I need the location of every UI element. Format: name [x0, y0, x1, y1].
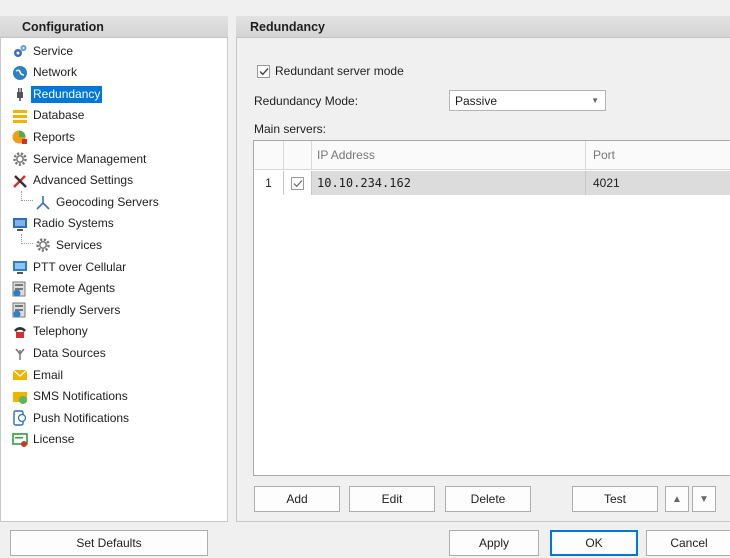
redundancy-panel: Redundant server mode Redundancy Mode: P…: [236, 16, 730, 522]
tree-item-label: Network: [33, 65, 78, 80]
globe-icon: [12, 65, 28, 81]
tree-item-services[interactable]: Services: [1, 235, 227, 255]
tools-icon: [12, 173, 28, 189]
tree-item-network[interactable]: Network: [1, 63, 227, 83]
database-icon: [12, 108, 28, 124]
redundant-server-mode-row[interactable]: Redundant server mode: [257, 64, 404, 78]
tree-item-telephony[interactable]: Telephony: [1, 322, 227, 342]
tree-item-geocoding-servers[interactable]: Geocoding Servers: [1, 192, 227, 212]
tree-item-push-notifications[interactable]: Push Notifications: [1, 408, 227, 428]
grid-header-index: [254, 141, 284, 169]
push-icon: [12, 410, 28, 426]
redundancy-mode-label-row: Redundancy Mode:: [254, 94, 358, 108]
redundant-server-mode-checkbox[interactable]: [257, 64, 270, 78]
tree-item-label: SMS Notifications: [33, 389, 128, 404]
tree-item-friendly-servers[interactable]: Friendly Servers: [1, 300, 227, 320]
tree-item-label: Email: [33, 367, 64, 382]
grid-header-port[interactable]: Port: [586, 141, 730, 169]
plug-icon: [12, 86, 28, 102]
tree-item-label: Radio Systems: [33, 216, 114, 231]
tree-item-label: Services: [56, 237, 103, 252]
tree-item-label: License: [33, 432, 75, 447]
reports-icon: [12, 129, 28, 145]
tree-item-ptt-over-cellular[interactable]: PTT over Cellular: [1, 257, 227, 277]
sms-icon: [12, 389, 28, 405]
row-ip-address[interactable]: 10.10.234.162: [312, 171, 586, 195]
tree-item-service-management[interactable]: Service Management: [1, 149, 227, 169]
geocoding-icon: [35, 194, 51, 210]
tree-item-radio-systems[interactable]: Radio Systems: [1, 214, 227, 234]
tree-item-label: Redundancy: [31, 85, 103, 103]
redundant-server-mode-label: Redundant server mode: [275, 64, 404, 78]
gears-icon: [12, 43, 28, 59]
edit-button[interactable]: Edit: [349, 486, 435, 512]
tree-item-data-sources[interactable]: Data Sources: [1, 343, 227, 363]
tree-item-label: Database: [33, 108, 85, 123]
apply-button[interactable]: Apply: [449, 530, 539, 556]
row-port[interactable]: 4021: [586, 171, 730, 195]
redundancy-mode-value: Passive: [455, 93, 498, 108]
tree-item-advanced-settings[interactable]: Advanced Settings: [1, 171, 227, 191]
ok-button[interactable]: OK: [550, 530, 638, 556]
grid-header: IP Address Port: [254, 141, 730, 170]
row-checkbox-cell[interactable]: [284, 171, 312, 195]
server-icon: [12, 281, 28, 297]
move-up-button[interactable]: ▲: [665, 486, 689, 512]
tree-item-label: Geocoding Servers: [56, 194, 159, 209]
checkmark-icon: [259, 67, 269, 75]
grid-header-check: [284, 141, 312, 169]
move-down-button[interactable]: ▼: [692, 486, 716, 512]
tree-item-reports[interactable]: Reports: [1, 127, 227, 147]
row-enabled-checkbox[interactable]: [291, 176, 304, 190]
data-source-icon: [12, 345, 28, 361]
tree-item-label: Reports: [33, 129, 76, 144]
cancel-button[interactable]: Cancel: [646, 530, 730, 556]
tree-item-label: Advanced Settings: [33, 173, 134, 188]
add-button[interactable]: Add: [254, 486, 340, 512]
checkmark-icon: [293, 179, 302, 187]
tree-item-label: Service: [33, 43, 74, 58]
redundancy-mode-label: Redundancy Mode:: [254, 94, 359, 108]
tree-item-service[interactable]: Service: [1, 41, 227, 61]
test-button[interactable]: Test: [572, 486, 658, 512]
configuration-header: Configuration: [0, 16, 228, 38]
gear-icon: [35, 237, 51, 253]
license-icon: [12, 432, 28, 448]
tree-item-database[interactable]: Database: [1, 106, 227, 126]
telephone-icon: [12, 324, 28, 340]
tree-item-redundancy[interactable]: Redundancy: [1, 84, 227, 104]
tree-item-license[interactable]: License: [1, 430, 227, 450]
main-servers-grid[interactable]: IP Address Port 1 10.10.234.162 4021: [253, 140, 730, 476]
chevron-down-icon: ▼: [591, 96, 599, 105]
gear-icon: [12, 151, 28, 167]
tree-item-label: Friendly Servers: [33, 302, 121, 317]
tree-item-label: Telephony: [33, 324, 88, 339]
set-defaults-button[interactable]: Set Defaults: [10, 530, 208, 556]
main-servers-label: Main servers:: [254, 122, 327, 136]
tree-item-label: Service Management: [33, 151, 147, 166]
ptt-icon: [12, 259, 28, 275]
delete-button[interactable]: Delete: [445, 486, 531, 512]
main-servers-label-row: Main servers:: [254, 122, 326, 136]
envelope-icon: [12, 367, 28, 383]
grid-header-ip-address[interactable]: IP Address: [312, 141, 586, 169]
redundancy-mode-select[interactable]: Passive ▼: [449, 90, 606, 111]
tree-item-label: Push Notifications: [33, 410, 130, 425]
configuration-panel: Service Network Redundancy Database Reports S…: [0, 16, 228, 522]
tree-item-label: Data Sources: [33, 345, 106, 360]
tree-item-remote-agents[interactable]: Remote Agents: [1, 279, 227, 299]
table-row[interactable]: 1 10.10.234.162 4021: [254, 171, 730, 195]
tree-item-label: Remote Agents: [33, 281, 116, 296]
tree-item-sms-notifications[interactable]: SMS Notifications: [1, 387, 227, 407]
server-icon: [12, 302, 28, 318]
row-index: 1: [254, 171, 284, 195]
redundancy-header: Redundancy: [236, 16, 730, 38]
tree-item-label: PTT over Cellular: [33, 259, 127, 274]
radio-systems-icon: [12, 216, 28, 232]
tree-item-email[interactable]: Email: [1, 365, 227, 385]
